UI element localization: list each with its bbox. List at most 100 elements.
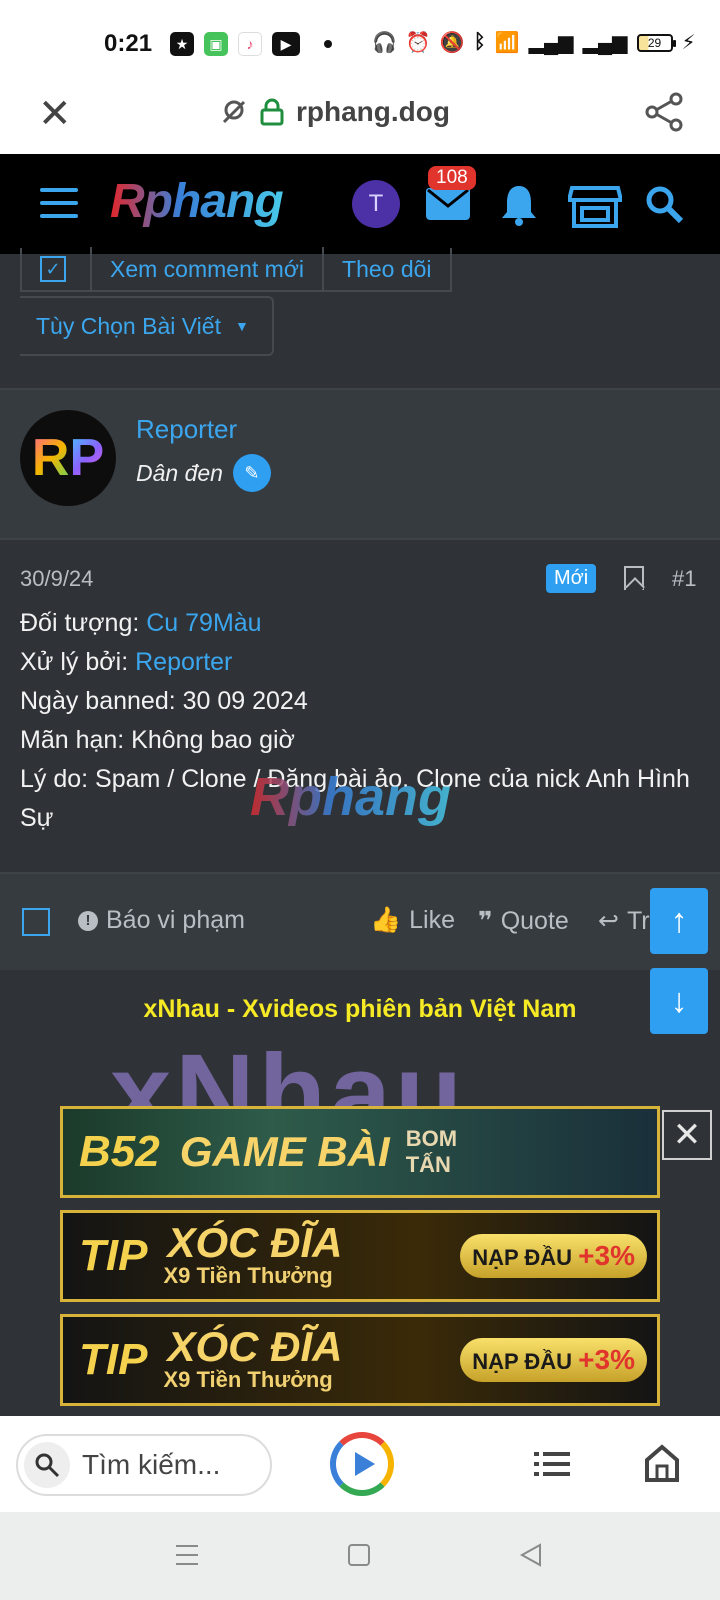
system-nav-bar xyxy=(0,1512,720,1600)
tiktok-icon: ♪ xyxy=(238,32,262,56)
home-nav-icon[interactable] xyxy=(346,1542,372,1568)
avatar-letter: P xyxy=(69,429,105,487)
ad-banner-tip[interactable]: TIP XÓC ĐĨA X9 Tiền Thưởng NẠP ĐẦU +3% xyxy=(60,1314,660,1406)
thread-action-bar: ✓ Xem comment mới Theo dõi xyxy=(20,247,452,292)
ad-sub-text: X9 Tiền Thưởng xyxy=(163,1367,333,1392)
youtube-icon: ▶ xyxy=(272,32,300,56)
ad-banner-tip[interactable]: TIP XÓC ĐĨA X9 Tiền Thưởng NẠP ĐẦU +3% xyxy=(60,1210,660,1302)
post-body: 30/9/24 Mới #1 Đối tượng: Cu 79Màu Xử lý… xyxy=(0,538,720,872)
post-select-checkbox[interactable] xyxy=(22,908,50,936)
verified-user-icon: ✎ xyxy=(232,454,271,492)
system-status-icons: 🎧 ⏰ 🔕 ᛒ 📶 ▂▄▆ ▂▄▆ 29 ⚡ xyxy=(372,30,696,55)
site-logo-text: Rphang xyxy=(110,175,284,228)
ad-pill-text: NẠP ĐẦU xyxy=(472,1245,573,1270)
reply-button[interactable]: ↩ Tr xyxy=(598,906,650,936)
search-icon xyxy=(24,1442,70,1488)
battery-level: 29 xyxy=(647,35,662,50)
wifi-icon: 📶 xyxy=(494,32,520,54)
user-title-text: Dân đen xyxy=(136,459,223,486)
post-line: Mãn hạn: Không bao giờ xyxy=(20,726,295,754)
watermark-text: Rphang xyxy=(250,767,451,827)
handler-user-link[interactable]: Reporter xyxy=(135,648,232,676)
ad-banner-b52[interactable]: B52 GAME BÀI BOM TẤN xyxy=(60,1106,660,1198)
ad-pill: NẠP ĐẦU +3% xyxy=(460,1234,647,1278)
quote-label: Quote xyxy=(500,906,569,935)
post-line: Xử lý bởi: Reporter xyxy=(20,643,700,682)
alarm-icon: ⏰ xyxy=(405,32,431,54)
promo-title[interactable]: xNhau - Xvideos phiên bản Việt Nam xyxy=(0,995,720,1024)
browser-bottom-bar: Tìm kiếm... xyxy=(0,1416,720,1512)
post-line: Đối tượng: Cu 79Màu xyxy=(20,604,700,643)
reply-icon: ↩ xyxy=(598,907,619,935)
signal-icon: ▂▄▆ xyxy=(528,32,574,54)
app-notification-icon: ★ xyxy=(170,32,194,56)
recents-icon[interactable] xyxy=(174,1542,200,1568)
target-user-link[interactable]: Cu 79Màu xyxy=(146,609,261,637)
report-label: Báo vi phạm xyxy=(106,906,245,934)
ad-bonus: +3% xyxy=(578,1240,635,1271)
follow-link[interactable]: Theo dõi xyxy=(322,247,450,291)
tracking-off-icon xyxy=(222,100,246,124)
username-link[interactable]: Reporter xyxy=(136,414,237,445)
site-logo[interactable]: Rphang xyxy=(110,174,284,229)
status-time: 0:21 xyxy=(104,30,153,57)
arrow-up-icon: ↑ xyxy=(670,901,688,940)
select-checkbox[interactable]: ✓ xyxy=(40,256,66,282)
caret-down-icon: ▼ xyxy=(234,318,249,334)
close-ads-button[interactable]: ✕ xyxy=(662,1110,712,1160)
notification-icons: ★ ▣ ♪ ▶ xyxy=(170,32,332,56)
site-header: Rphang T 108 xyxy=(0,154,720,254)
bluetooth-icon: ᛒ xyxy=(473,31,486,53)
lock-icon xyxy=(260,98,284,126)
quote-icon: ❞ xyxy=(478,907,493,935)
back-icon[interactable] xyxy=(518,1542,544,1568)
store-icon[interactable] xyxy=(568,184,622,228)
ad-sub-text: X9 Tiền Thưởng xyxy=(163,1263,333,1288)
alert-icon: ! xyxy=(78,910,98,931)
reporter-avatar[interactable]: RP xyxy=(20,410,116,506)
address-display[interactable]: rphang.dog xyxy=(220,96,450,128)
ad-brand: TIP xyxy=(79,1231,148,1280)
ad-brand: B52 xyxy=(79,1127,160,1176)
watermark-logo: Rphang xyxy=(250,766,451,828)
ad-banner-stack: B52 GAME BÀI BOM TẤN TIP XÓC ĐĨA X9 Tiền… xyxy=(60,1106,660,1406)
post-date[interactable]: 30/9/24 xyxy=(20,566,93,592)
user-title: Dân đen ✎ xyxy=(136,454,271,492)
user-avatar[interactable]: T xyxy=(352,180,400,228)
post-options-dropdown[interactable]: Tùy Chọn Bài Viết ▼ xyxy=(20,296,274,356)
report-button[interactable]: ! Báo vi phạm xyxy=(78,906,245,935)
quote-button[interactable]: ❞ Quote xyxy=(478,906,569,936)
post-options-label: Tùy Chọn Bài Viết xyxy=(36,312,221,339)
url-text: rphang.dog xyxy=(296,96,450,127)
new-badge: Mới xyxy=(546,564,597,593)
post-number[interactable]: #1 xyxy=(672,566,696,592)
mail-icon[interactable] xyxy=(426,186,470,220)
signal-icon: ▂▄▆ xyxy=(582,32,628,54)
battery-icon: 29 xyxy=(636,33,676,52)
close-icon: ✕ xyxy=(672,1116,702,1154)
more-notifications-icon xyxy=(324,40,332,48)
new-comments-link[interactable]: Xem comment mới xyxy=(90,247,322,291)
avatar-letter: R xyxy=(31,429,70,487)
bell-icon[interactable] xyxy=(500,184,538,226)
search-placeholder: Tìm kiếm... xyxy=(82,1449,221,1480)
close-icon[interactable]: ✕ xyxy=(38,94,72,134)
bookmark-icon[interactable] xyxy=(624,566,644,590)
ad-pill: NẠP ĐẦU +3% xyxy=(460,1338,647,1382)
home-icon[interactable] xyxy=(644,1444,680,1482)
charging-icon: ⚡ xyxy=(681,32,696,54)
list-icon[interactable] xyxy=(534,1450,570,1478)
ad-main-text: GAME BÀI xyxy=(179,1128,390,1175)
play-icon[interactable] xyxy=(330,1432,394,1496)
scroll-up-button[interactable]: ↑ xyxy=(650,888,708,954)
ad-pill-text: NẠP ĐẦU xyxy=(472,1349,573,1374)
ad-brand: TIP xyxy=(79,1335,148,1384)
search-input[interactable]: Tìm kiếm... xyxy=(16,1434,272,1496)
ad-side-text: BOM TẤN xyxy=(405,1126,458,1177)
mute-icon: 🔕 xyxy=(439,32,465,54)
share-icon[interactable] xyxy=(644,92,684,132)
search-icon[interactable] xyxy=(644,184,684,224)
like-button[interactable]: 👍 Like xyxy=(370,906,455,935)
menu-icon[interactable] xyxy=(40,188,78,218)
headphones-icon: 🎧 xyxy=(372,32,397,54)
